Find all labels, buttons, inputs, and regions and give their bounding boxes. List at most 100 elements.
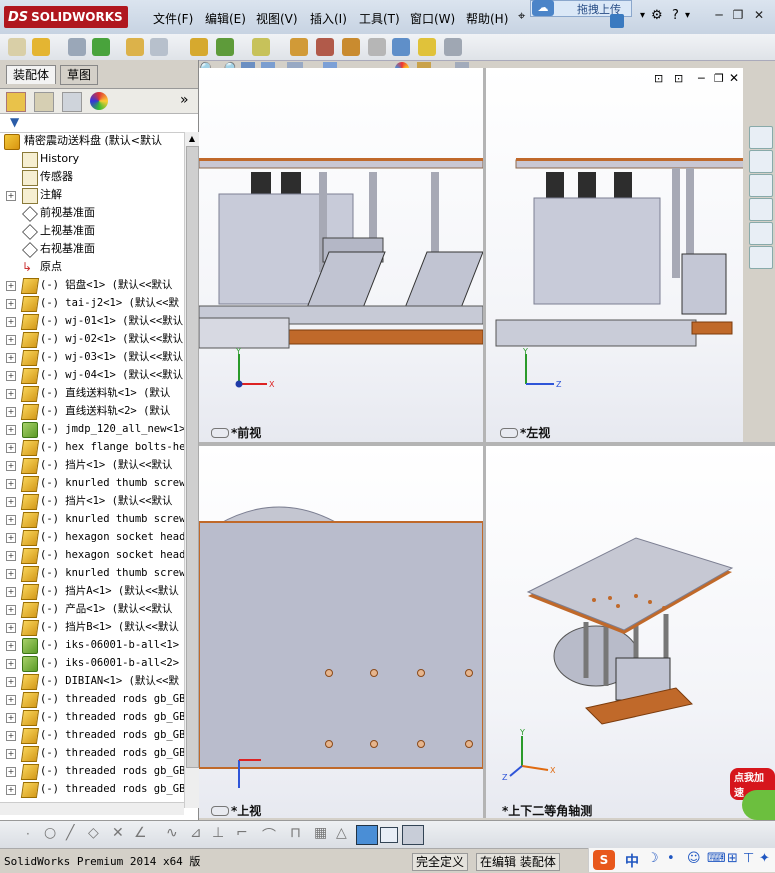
expand-tabs-icon[interactable]: » (180, 92, 189, 108)
custom-properties-icon[interactable] (749, 246, 773, 269)
expand-toggle-icon[interactable]: + (6, 695, 16, 705)
tree-item[interactable]: ↳ 原点 (0, 258, 184, 276)
insert-component-icon[interactable] (126, 38, 144, 56)
menu-help[interactable]: 帮助(H) (466, 10, 508, 27)
mate-icon[interactable] (92, 38, 110, 56)
restore-icon[interactable]: ❐ (731, 8, 745, 22)
sogou-logo-icon[interactable]: S (593, 850, 615, 870)
tree-item[interactable]: 前视基准面 (0, 204, 184, 222)
viewport-front[interactable]: Y X *前视 (199, 68, 483, 442)
expand-toggle-icon[interactable]: + (6, 587, 16, 597)
tree-item[interactable]: + (-) iks-06001-b-all<2> (0, 654, 184, 672)
3d-sketch-icon[interactable] (356, 825, 378, 845)
dropdown-arrow-icon[interactable]: ▾ (640, 10, 645, 21)
viewport-top[interactable]: *上视 (199, 446, 483, 818)
design-library-icon[interactable] (749, 150, 773, 173)
viewport-restore-icon[interactable]: ❐ (714, 72, 724, 85)
tree-item[interactable]: + (-) hexagon socket head (0, 528, 184, 546)
tree-item[interactable]: + 注解 (0, 186, 184, 204)
display-manager-icon[interactable] (90, 92, 108, 110)
point-icon[interactable]: · (26, 827, 30, 841)
tree-item[interactable]: + (-) iks-06001-b-all<1> (0, 636, 184, 654)
menu-edit[interactable]: 编辑(E) (205, 10, 246, 27)
menu-insert[interactable]: 插入(I) (310, 10, 347, 27)
minimize-icon[interactable]: ─ (712, 8, 726, 22)
rapid-sketch-icon[interactable] (402, 825, 424, 845)
sketch-fillet-icon[interactable]: ∿ (166, 825, 178, 841)
pattern-icon[interactable] (150, 38, 168, 56)
expand-toggle-icon[interactable]: + (6, 335, 16, 345)
bill-of-materials-icon[interactable] (368, 38, 386, 56)
expand-toggle-icon[interactable]: + (6, 317, 16, 327)
expand-toggle-icon[interactable]: + (6, 191, 16, 201)
help-icon[interactable]: ? (672, 8, 679, 23)
ime-tools-icon[interactable]: ⊞ (727, 851, 738, 866)
display-pane-icon[interactable] (380, 827, 398, 843)
menu-tools[interactable]: 工具(T) (359, 10, 400, 27)
tree-item[interactable]: + (-) threaded rods gb_GB (0, 690, 184, 708)
mirror-icon[interactable]: ⌐ (236, 825, 248, 841)
tree-item[interactable]: + (-) threaded rods gb_GB (0, 780, 184, 798)
viewport-iso[interactable]: Y X Z *上下二等角轴测 (486, 446, 775, 818)
ime-punctuation-icon[interactable]: • (667, 851, 675, 866)
grid-icon[interactable]: ▦ (314, 825, 327, 841)
expand-toggle-icon[interactable]: + (6, 425, 16, 435)
help-dropdown-icon[interactable]: ▾ (685, 10, 690, 21)
tree-item[interactable]: 右视基准面 (0, 240, 184, 258)
expand-toggle-icon[interactable]: + (6, 281, 16, 291)
solidworks-resources-icon[interactable] (749, 126, 773, 149)
circle-icon[interactable]: ○ (44, 825, 56, 841)
tree-item[interactable]: + (-) knurled thumb screw (0, 564, 184, 582)
smart-fastener-icon[interactable] (190, 38, 208, 56)
solidworks-logo[interactable]: DS SOLIDWORKS (4, 6, 128, 28)
relations-icon[interactable]: △ (336, 825, 347, 841)
expand-toggle-icon[interactable]: + (6, 731, 16, 741)
expand-toggle-icon[interactable]: + (6, 533, 16, 543)
mascot-icon[interactable] (742, 790, 775, 820)
tree-item[interactable]: + (-) 挡片B<1> (默认<<默认 (0, 618, 184, 636)
expand-toggle-icon[interactable]: + (6, 389, 16, 399)
ime-keyboard-icon[interactable]: ⌨ (707, 851, 726, 866)
menu-pin-icon[interactable]: ⌖ (518, 9, 525, 24)
tree-item[interactable]: + (-) knurled thumb screw (0, 474, 184, 492)
exploded-view-icon[interactable] (392, 38, 410, 56)
expand-toggle-icon[interactable]: + (6, 353, 16, 363)
instant3d-icon[interactable] (418, 38, 436, 56)
tab-assembly[interactable]: 装配体 (6, 65, 57, 84)
viewport-split-icon[interactable]: ⊡ (654, 72, 663, 85)
tree-item[interactable]: History (0, 150, 184, 168)
tree-item[interactable]: + (-) threaded rods gb_GB (0, 744, 184, 762)
new-icon[interactable] (8, 38, 26, 56)
expand-toggle-icon[interactable]: + (6, 551, 16, 561)
configuration-manager-icon[interactable] (62, 92, 82, 112)
viewport-link-icon[interactable]: ⊡ (674, 72, 683, 85)
filter-icon[interactable]: ▼ (10, 115, 19, 129)
ime-settings-icon[interactable]: ✦ (759, 851, 770, 866)
tree-item[interactable]: + (-) tai-j2<1> (默认<<默 (0, 294, 184, 312)
tree-item[interactable]: + (-) 直线送料轨<2> (默认 (0, 402, 184, 420)
tree-item[interactable]: 传感器 (0, 168, 184, 186)
ime-skin-icon[interactable]: ⊤ (743, 851, 754, 866)
trim-icon[interactable]: ✕ (112, 825, 124, 841)
expand-toggle-icon[interactable]: + (6, 785, 16, 795)
open-icon[interactable] (32, 38, 50, 56)
tree-item[interactable]: + (-) wj-04<1> (默认<<默认 (0, 366, 184, 384)
tree-item[interactable]: + (-) wj-03<1> (默认<<默认 (0, 348, 184, 366)
tree-root[interactable]: 精密震动送料盘 (默认<默认 (0, 132, 184, 150)
view-palette-icon[interactable] (749, 198, 773, 221)
tree-item[interactable]: + (-) 挡片<1> (默认<<默认 (0, 492, 184, 510)
view-lock-icon[interactable] (500, 428, 518, 438)
viewport-left[interactable]: Y Z *左视 ⊡ ⊡ ─ ❐ ✕ (486, 68, 743, 442)
appearances-icon[interactable] (749, 222, 773, 245)
expand-toggle-icon[interactable]: + (6, 605, 16, 615)
show-hidden-icon[interactable] (252, 38, 270, 56)
feature-manager-icon[interactable] (6, 92, 26, 112)
expand-toggle-icon[interactable]: + (6, 659, 16, 669)
expand-toggle-icon[interactable]: + (6, 767, 16, 777)
tree-item[interactable]: + (-) 产品<1> (默认<<默认 (0, 600, 184, 618)
large-assembly-icon[interactable] (444, 38, 462, 56)
viewport-close-icon[interactable]: ✕ (729, 71, 739, 85)
property-manager-icon[interactable] (34, 92, 54, 112)
tree-item[interactable]: + (-) DIBIAN<1> (默认<<默 (0, 672, 184, 690)
ime-moon-icon[interactable]: ☽ (647, 851, 659, 866)
